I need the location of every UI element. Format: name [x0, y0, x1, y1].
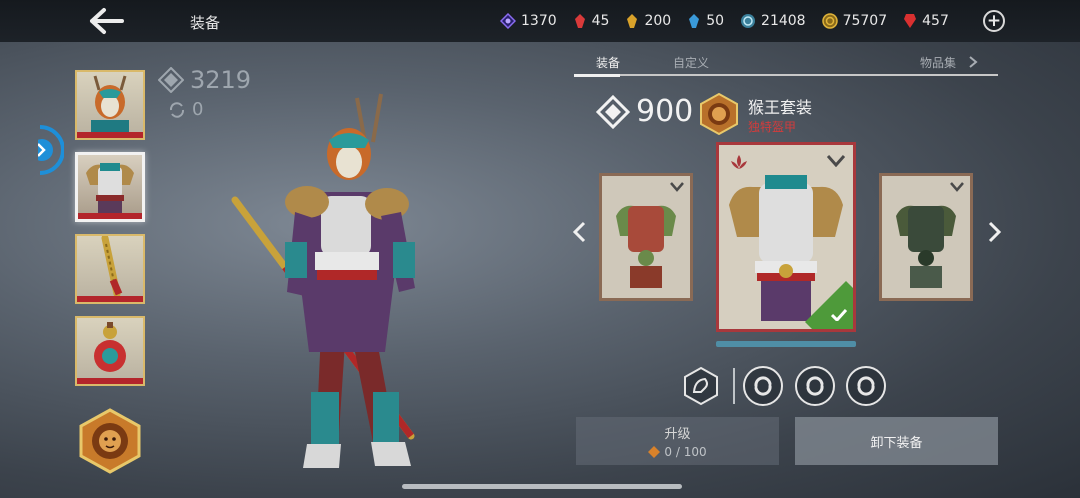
- tab-item-sets[interactable]: 物品集: [920, 54, 978, 71]
- slot-rarity-bar: [78, 213, 142, 219]
- set-emblem-slot[interactable]: [78, 408, 142, 474]
- swirl-icon: [806, 376, 824, 396]
- chevron-down-icon: [950, 182, 964, 192]
- currency-swirl-token[interactable]: 21408: [740, 13, 806, 29]
- currency-value: 21408: [761, 13, 806, 29]
- slot-rarity-bar: [77, 296, 143, 302]
- total-power-value: 3219: [190, 66, 252, 94]
- chevron-left-icon: [572, 221, 586, 243]
- expand-side-panel-tab[interactable]: [31, 125, 65, 175]
- currency-value: 75707: [842, 13, 888, 29]
- swirl-token-icon: [741, 14, 756, 28]
- equipment-tabs: 装备 自定义 物品集: [574, 52, 998, 77]
- lotus-rarity-icon: [731, 155, 747, 169]
- gourd-potion-icon: [94, 322, 126, 372]
- armor-card-next[interactable]: [879, 173, 973, 301]
- swirl-icon: [754, 376, 772, 396]
- active-tab-indicator: [574, 74, 620, 77]
- currency-value: 45: [591, 13, 610, 29]
- slot-helmet[interactable]: [75, 70, 145, 140]
- armor-preview-image: [602, 176, 690, 298]
- currency-red-gem[interactable]: 457: [903, 13, 949, 29]
- chevron-down-icon: [827, 155, 845, 167]
- total-upgrade-value: 0: [192, 99, 204, 120]
- enchant-slot-3[interactable]: [846, 366, 886, 406]
- armor-preview-image: [882, 176, 970, 298]
- back-button[interactable]: [88, 6, 128, 36]
- unequip-button[interactable]: 卸下装备: [795, 417, 998, 465]
- slot-rarity-bar: [77, 378, 143, 384]
- upgrade-button[interactable]: 升级 0 / 100: [576, 417, 779, 465]
- checkmark-icon: [831, 309, 847, 321]
- plus-icon: +: [986, 10, 1002, 31]
- power-diamond-icon: [158, 67, 184, 93]
- currency-purple-gem[interactable]: 1370: [500, 13, 557, 29]
- tab-equipment[interactable]: 装备: [596, 54, 620, 71]
- item-power-value: 900: [636, 94, 694, 129]
- set-perk-button[interactable]: [681, 366, 721, 406]
- currency-bar: 1370 45 200 50 21408 75707 457: [500, 0, 965, 42]
- currency-value: 1370: [521, 13, 557, 29]
- red-crystal-icon: [574, 14, 585, 28]
- currency-gold-crystal[interactable]: 200: [625, 13, 671, 29]
- total-upgrade: 0: [168, 99, 203, 120]
- add-currency-button[interactable]: +: [983, 10, 1005, 32]
- lion-emblem-icon: [79, 408, 141, 474]
- chevron-down-icon: [670, 182, 684, 192]
- selected-card-indicator: [716, 341, 856, 347]
- staff-weapon-icon: [101, 236, 123, 298]
- currency-value: 200: [644, 13, 672, 29]
- upgrade-progress: 0 / 100: [648, 445, 707, 459]
- home-indicator[interactable]: [402, 484, 682, 489]
- armor-card-selected[interactable]: [716, 142, 856, 332]
- tab-item-sets-label: 物品集: [920, 56, 957, 70]
- upgrade-progress-value: 0 / 100: [664, 445, 707, 459]
- power-diamond-icon: [596, 94, 630, 129]
- item-rarity: 独特盔甲: [748, 120, 797, 134]
- currency-gold-coin[interactable]: 75707: [821, 13, 888, 29]
- armor-card-previous[interactable]: [599, 173, 693, 301]
- enchant-slot-2[interactable]: [795, 366, 835, 406]
- orange-diamond-icon: [648, 446, 661, 458]
- item-power: 900: [596, 94, 693, 129]
- next-item-arrow[interactable]: [984, 220, 1004, 244]
- refresh-icon: [169, 101, 185, 118]
- ability-divider: [733, 368, 735, 404]
- swirl-icon: [857, 376, 875, 396]
- top-bar: 装备 1370 45 200 50 21408 75707 457 +: [0, 0, 1080, 42]
- purple-gem-icon: [500, 13, 516, 29]
- currency-value: 50: [706, 13, 725, 29]
- unequip-label: 卸下装备: [870, 435, 923, 451]
- red-gem-icon: [904, 14, 917, 28]
- monkey-helmet-icon: [91, 75, 129, 132]
- chevron-right-icon: [969, 56, 978, 68]
- blue-crystal-icon: [689, 14, 700, 28]
- currency-value: 457: [922, 13, 949, 29]
- gold-coin-icon: [821, 13, 838, 29]
- enchant-slot-1[interactable]: [743, 366, 783, 406]
- lion-emblem-icon: [700, 92, 738, 136]
- slot-weapon[interactable]: [75, 234, 145, 304]
- chevron-right-icon: [988, 221, 1002, 243]
- currency-blue-crystal[interactable]: 50: [687, 13, 724, 29]
- character-model[interactable]: [225, 92, 465, 484]
- slot-armor[interactable]: [75, 152, 145, 222]
- set-name: 猴王套装: [748, 98, 813, 117]
- chest-armor-icon: [86, 163, 134, 213]
- chevron-right-icon: [31, 125, 65, 175]
- previous-item-arrow[interactable]: [570, 220, 590, 244]
- arrow-left-icon: [90, 8, 124, 34]
- gold-crystal-icon: [627, 14, 638, 28]
- monkey-king-character: [231, 93, 415, 468]
- currency-red-crystal[interactable]: 45: [573, 13, 610, 29]
- set-emblem[interactable]: [699, 92, 739, 136]
- slot-rarity-bar: [77, 132, 143, 138]
- upgrade-label: 升级: [664, 427, 691, 442]
- total-power: 3219: [158, 66, 251, 94]
- page-title: 装备: [190, 14, 221, 32]
- slot-consumable[interactable]: [75, 316, 145, 386]
- hex-perk-icon: [684, 366, 718, 406]
- tab-customize[interactable]: 自定义: [673, 54, 709, 71]
